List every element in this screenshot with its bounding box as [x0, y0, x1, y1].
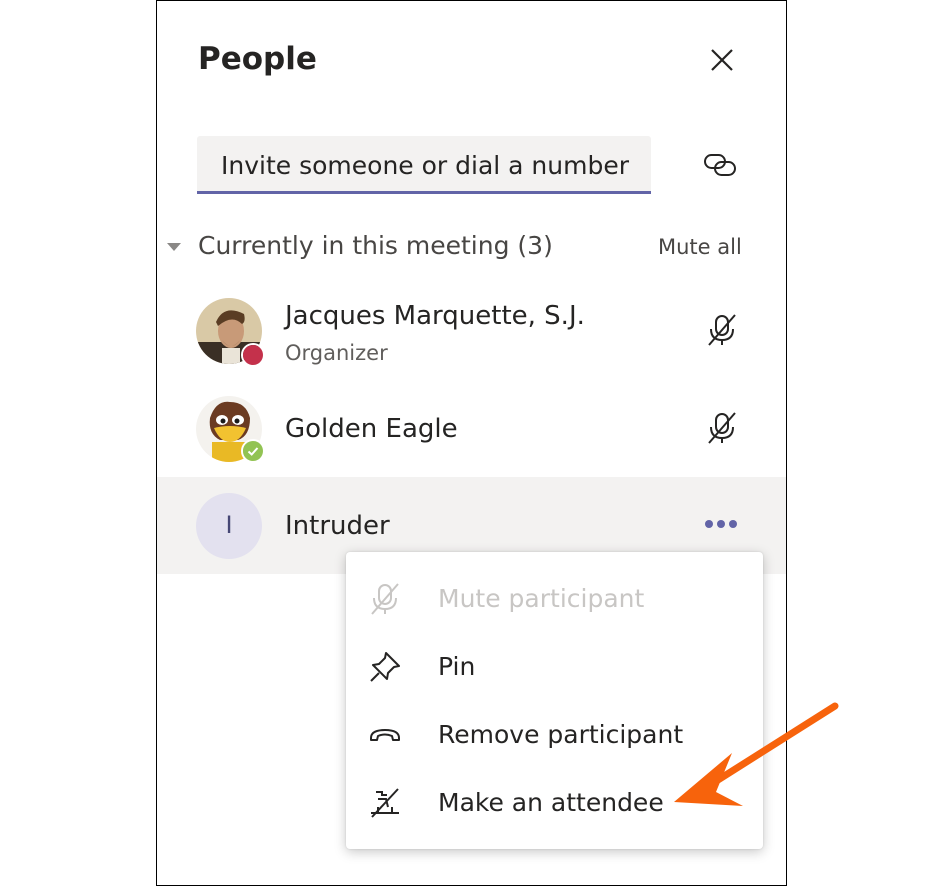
mic-off-icon — [708, 314, 736, 346]
collapse-caret-icon[interactable] — [167, 243, 181, 251]
annotation-arrow-icon — [674, 702, 839, 806]
hang-up-icon — [370, 729, 400, 741]
status-available-icon — [241, 439, 265, 463]
avatar: I — [196, 493, 262, 559]
menu-item-label: Pin — [438, 652, 476, 681]
participant-row[interactable]: Golden Eagle — [157, 379, 786, 477]
menu-item-label: Mute participant — [438, 584, 645, 613]
mic-off-icon — [708, 412, 736, 444]
menu-item-pin[interactable]: Pin — [346, 638, 763, 698]
make-attendee-icon — [371, 788, 399, 818]
menu-item-label: Remove participant — [438, 720, 684, 749]
panel-title: People — [198, 41, 317, 77]
mic-off-icon — [371, 583, 399, 615]
participant-role: Organizer — [285, 341, 388, 365]
participant-name: Golden Eagle — [285, 414, 458, 444]
invite-placeholder: Invite someone or dial a number — [221, 151, 629, 180]
more-options-icon[interactable] — [701, 517, 741, 531]
participant-count: (3) — [517, 231, 553, 260]
avatar-initial: I — [225, 511, 233, 539]
mute-all-button[interactable]: Mute all — [658, 235, 742, 259]
participant-row[interactable]: Jacques Marquette, S.J. Organizer — [157, 283, 786, 379]
section-title: Currently in this meeting — [198, 231, 510, 260]
close-icon[interactable] — [709, 47, 735, 73]
status-busy-icon — [241, 343, 265, 367]
participant-name: Intruder — [285, 511, 390, 541]
participant-name: Jacques Marquette, S.J. — [285, 301, 585, 331]
menu-item-label: Make an attendee — [438, 788, 664, 817]
section-label: Currently in this meeting (3) — [198, 231, 553, 260]
menu-item-mute-participant: Mute participant — [346, 570, 763, 630]
current-meeting-section: Currently in this meeting (3) Mute all — [167, 229, 747, 265]
link-icon[interactable] — [703, 151, 737, 179]
pin-icon — [370, 652, 400, 682]
invite-input[interactable]: Invite someone or dial a number — [197, 136, 651, 194]
